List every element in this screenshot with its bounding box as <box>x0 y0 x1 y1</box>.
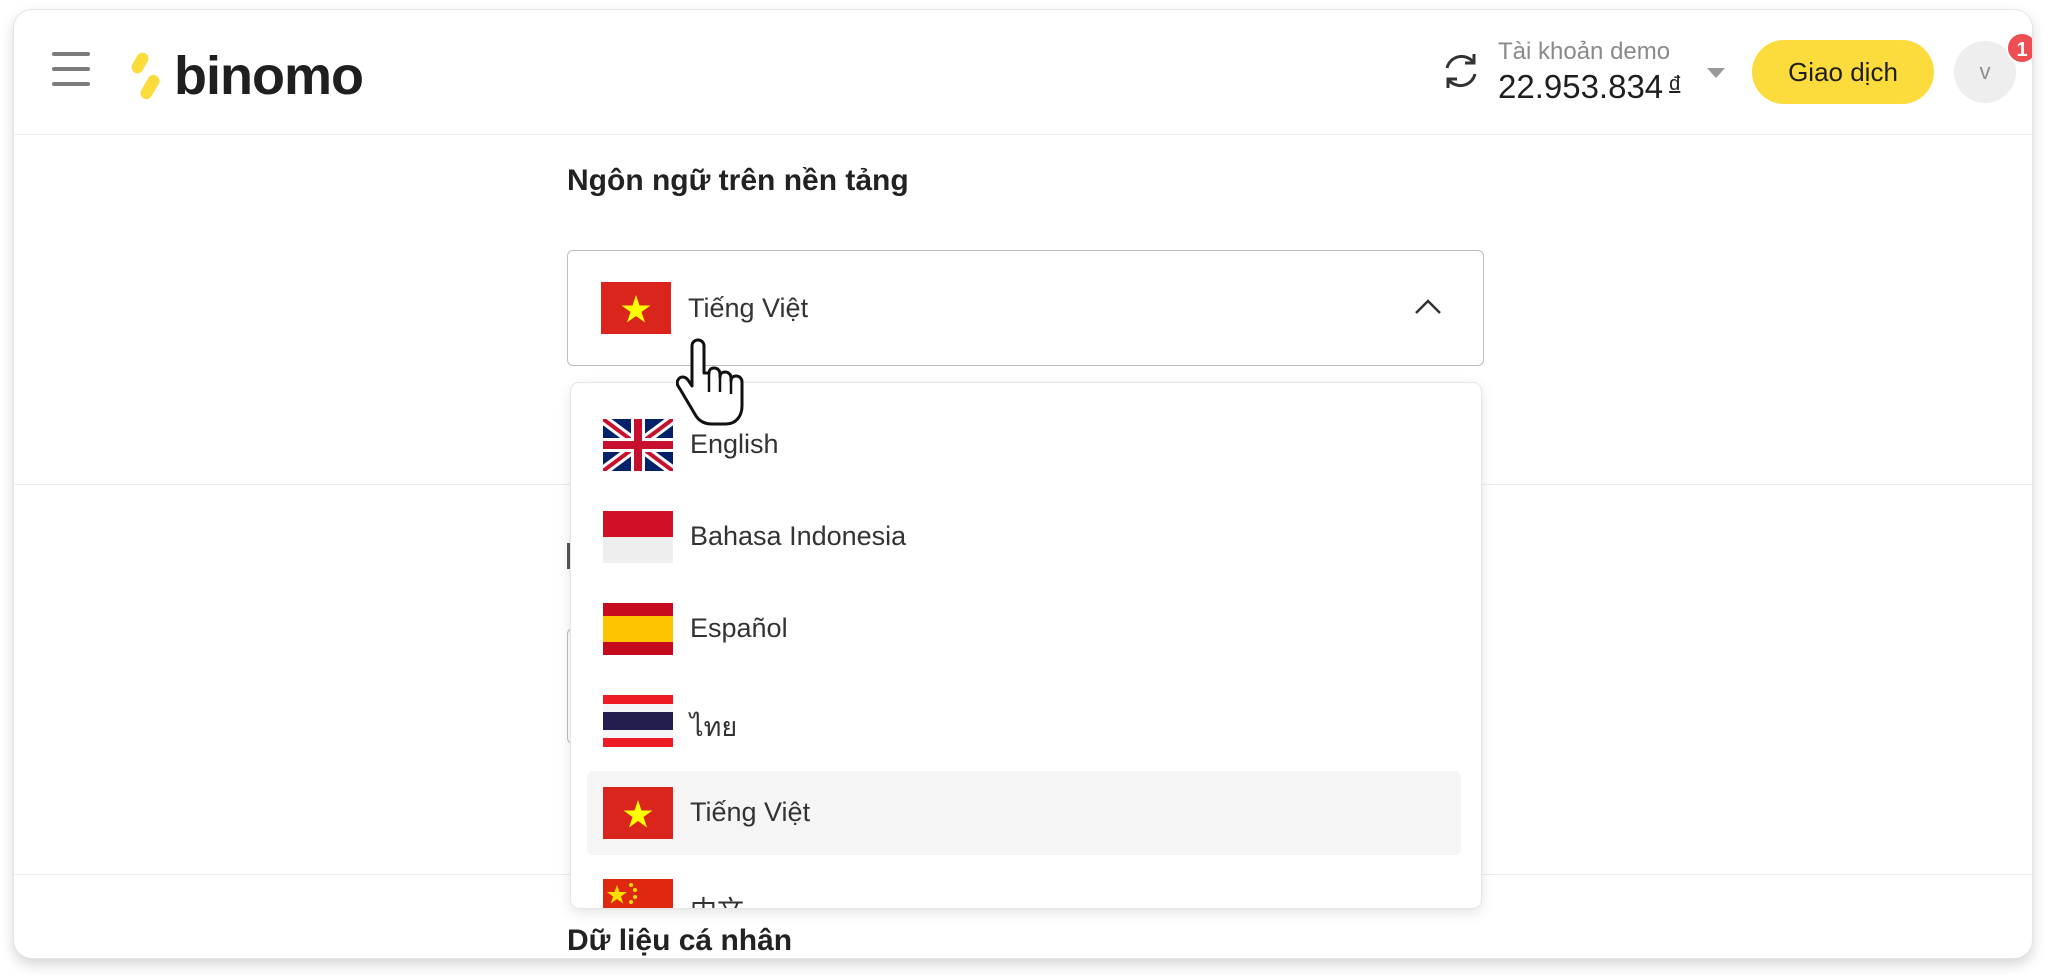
app-window: binomo Tài khoản demo 22.953.834 đ Giao d… <box>14 10 2032 958</box>
account-type-label: Tài khoản demo <box>1498 38 1671 65</box>
chevron-up-icon[interactable] <box>1410 289 1446 325</box>
language-option-label: Español <box>690 613 788 643</box>
logo-text: binomo <box>174 46 364 106</box>
vietnam-flag-icon <box>603 787 673 839</box>
language-option-label: Bahasa Indonesia <box>690 521 907 551</box>
uk-flag-icon <box>603 419 673 471</box>
currency-symbol: đ <box>1669 72 1681 95</box>
china-flag-icon <box>603 879 673 908</box>
top-header: binomo Tài khoản demo 22.953.834 đ Giao d… <box>14 10 2032 135</box>
personal-data-section-title: Dữ liệu cá nhân <box>567 924 793 957</box>
caret-down-icon[interactable] <box>1707 68 1725 78</box>
language-option-label: English <box>690 429 779 459</box>
language-select[interactable]: Tiếng Việt <box>567 250 1484 366</box>
account-balance: 22.953.834 đ <box>1498 67 1681 105</box>
trade-button[interactable]: Giao dịch <box>1752 40 1934 104</box>
language-option-english[interactable]: English <box>587 403 1461 487</box>
spain-flag-icon <box>603 603 673 655</box>
vietnam-flag-icon <box>601 282 671 334</box>
selected-language-label: Tiếng Việt <box>688 293 809 323</box>
language-option-label: Tiếng Việt <box>690 797 811 827</box>
indonesia-flag-icon <box>603 511 673 563</box>
language-option-thai[interactable]: ไทย <box>587 679 1461 763</box>
binomo-logo[interactable]: binomo <box>124 46 364 106</box>
language-option-bahasa-indonesia[interactable]: Bahasa Indonesia <box>587 495 1461 579</box>
account-switcher[interactable]: Tài khoản demo 22.953.834 đ <box>1498 38 1680 105</box>
language-dropdown-list[interactable]: English Bahasa Indonesia Español ไทย Tiế… <box>571 383 1481 908</box>
language-section-title: Ngôn ngữ trên nền tảng <box>567 164 909 197</box>
language-option-chinese[interactable]: 中文 <box>587 863 1461 908</box>
refresh-balance-icon[interactable] <box>1438 48 1484 94</box>
language-option-tieng-viet[interactable]: Tiếng Việt <box>587 771 1461 855</box>
language-option-espanol[interactable]: Español <box>587 587 1461 671</box>
binomo-logo-mark-icon <box>131 52 160 100</box>
language-option-label: ไทย <box>690 712 738 742</box>
hamburger-menu-icon[interactable] <box>52 52 90 86</box>
notification-badge: 1 <box>2006 32 2032 64</box>
language-option-label: 中文 <box>690 889 744 908</box>
thailand-flag-icon <box>603 695 673 747</box>
balance-amount: 22.953.834 <box>1498 67 1664 105</box>
